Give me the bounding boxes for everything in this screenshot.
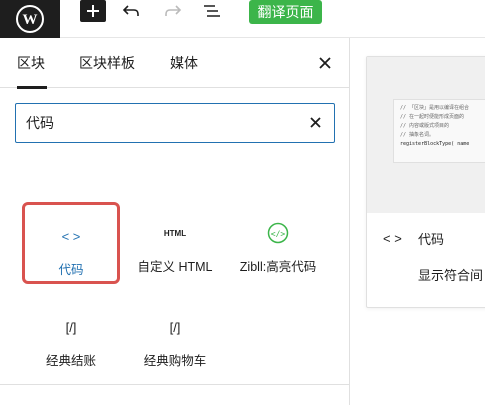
- code-icon: < >: [383, 231, 402, 246]
- tab-patterns[interactable]: 区块样板: [79, 38, 135, 88]
- editor-toolbar: W 翻译页面: [0, 0, 485, 38]
- block-result-label: 代码: [58, 263, 84, 277]
- wordpress-icon: W: [16, 5, 44, 33]
- code-line: registerBlockType( name: [400, 141, 470, 147]
- close-inserter-button[interactable]: [314, 52, 336, 74]
- block-result-code[interactable]: < > 代码: [22, 202, 120, 284]
- undo-icon: [122, 5, 139, 16]
- preview-title: 代码: [418, 232, 445, 247]
- close-icon: [309, 116, 321, 128]
- undo-button[interactable]: [119, 0, 143, 22]
- block-search-input[interactable]: [26, 104, 296, 141]
- shortcode-icon: [/]: [65, 319, 77, 335]
- html-icon: HTML: [163, 228, 187, 238]
- code-line: // 在一起时便能形成页面的: [400, 114, 465, 120]
- block-search-field: [15, 103, 335, 143]
- tab-blocks[interactable]: 区块: [17, 38, 47, 89]
- block-result-classic-cart[interactable]: [/] 经典购物车: [126, 296, 224, 378]
- block-preview-card: // 「区块」是用以编译在组合 // 在一起时便能形成页面的 // 内容或版式项…: [366, 56, 485, 308]
- shortcode-icon: [/]: [169, 319, 181, 335]
- block-result-label: 自定义 HTML: [137, 260, 213, 274]
- block-preview-area: // 「区块」是用以编译在组合 // 在一起时便能形成页面的 // 内容或版式项…: [367, 57, 485, 213]
- preview-description: 显示符合间: [418, 268, 484, 283]
- block-result-custom-html[interactable]: HTML 自定义 HTML: [126, 202, 224, 284]
- svg-text:</>: </>: [271, 230, 286, 239]
- code-line: // 「区块」是用以编译在组合: [400, 105, 470, 111]
- block-result-label: 经典购物车: [143, 354, 207, 368]
- block-inserter-panel: 区块 区块样板 媒体 < > 代码 HTML 自定义 HTML </> Zibl…: [0, 38, 350, 405]
- inserter-tabs: 区块 区块样板 媒体: [0, 38, 350, 89]
- block-result-label: 经典结账: [45, 354, 96, 368]
- close-icon: [319, 57, 331, 69]
- wordpress-logo-button[interactable]: W: [0, 0, 60, 38]
- redo-icon: [165, 5, 182, 16]
- translate-page-button[interactable]: 翻译页面: [249, 0, 322, 24]
- add-block-button[interactable]: [80, 0, 106, 22]
- panel-divider: [0, 384, 350, 385]
- block-result-classic-checkout[interactable]: [/] 经典结账: [22, 296, 120, 378]
- tab-media[interactable]: 媒体: [170, 38, 198, 88]
- clear-search-button[interactable]: [306, 113, 324, 131]
- plus-icon: [87, 5, 99, 17]
- svg-text:W: W: [23, 12, 38, 28]
- redo-button[interactable]: [161, 0, 185, 22]
- block-result-label: Zibll:高亮代码: [239, 260, 317, 274]
- block-result-zibll-code[interactable]: </> Zibll:高亮代码: [229, 202, 327, 284]
- zibll-code-icon: </>: [267, 220, 289, 246]
- code-line: // 抽象名词。: [400, 132, 435, 138]
- document-overview-button[interactable]: [200, 0, 224, 22]
- code-icon: < >: [61, 228, 81, 244]
- preview-title-row: < > 代码: [383, 229, 444, 248]
- preview-code-snippet: // 「区块」是用以编译在组合 // 在一起时便能形成页面的 // 内容或版式项…: [393, 99, 485, 163]
- list-view-icon: [204, 5, 220, 17]
- code-line: // 内容或版式项目的: [400, 123, 450, 129]
